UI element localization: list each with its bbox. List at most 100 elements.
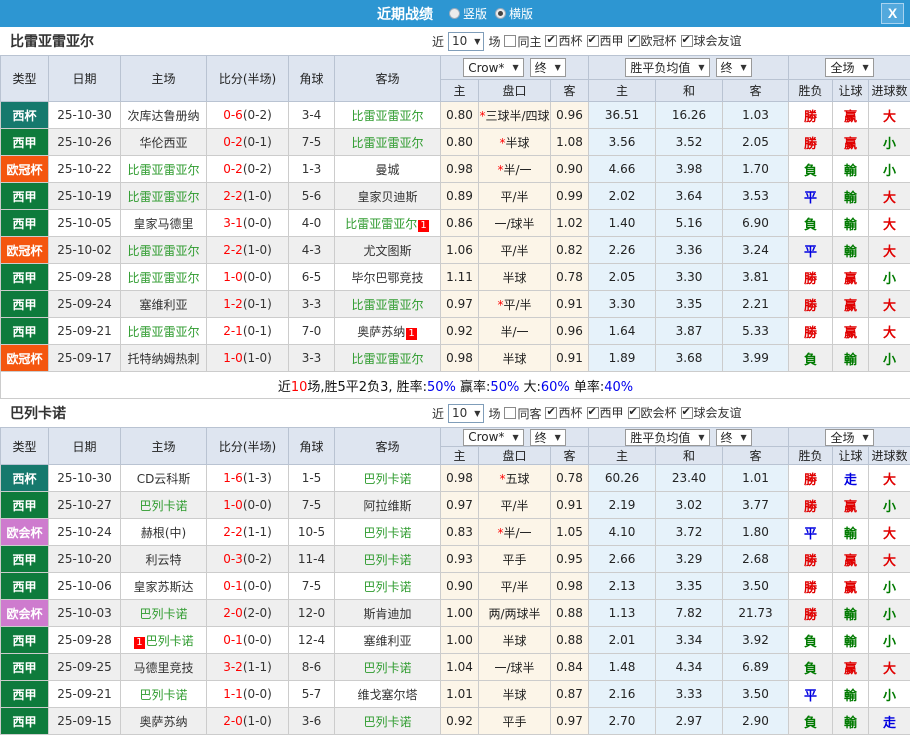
handicap-result-cell: 輸 (832, 209, 870, 237)
handicap-cell: 一/球半 (478, 209, 551, 237)
star-marker: * (499, 135, 506, 150)
corners-cell: 1-3 (288, 155, 335, 183)
match-date: 25-10-26 (48, 128, 121, 156)
red-card-badge: 1 (406, 327, 417, 340)
avg-draw-odds: 3.35 (655, 290, 723, 318)
handicap-result-cell: 赢 (832, 101, 870, 129)
avg-draw-odds: 23.40 (655, 464, 723, 492)
league-filter-checkbox[interactable] (586, 33, 599, 47)
away-team-cell: 毕尔巴鄂竞技 (334, 263, 441, 291)
near-label: 近 (432, 406, 445, 421)
handicap-cell: 平手 (478, 707, 551, 735)
same-venue-checkbox[interactable] (504, 407, 517, 419)
league-filter[interactable]: 欧冠杯 (624, 32, 677, 49)
league-filter[interactable]: 球会友谊 (677, 32, 742, 49)
league-badge: 欧会杯 (0, 599, 49, 627)
full-group-header: 全场 ▼ (788, 55, 910, 80)
match-count-select[interactable]: 10 ▼ (448, 403, 485, 423)
away-team-cell: 巴列卡诺 (334, 707, 441, 735)
summary-row: 近10场,胜5平2负3, 胜率:50% 赢率:50% 大:60% 单率:40% (0, 371, 910, 399)
result-cell: 負 (788, 344, 834, 372)
crow-away-odds: 0.96 (550, 101, 589, 129)
league-filter-checkbox[interactable] (627, 405, 640, 419)
odds-company-select[interactable]: Crow* ▼ (463, 428, 524, 446)
league-badge: 西甲 (0, 491, 49, 519)
league-filter[interactable]: 西甲 (583, 32, 624, 49)
team-name: 塞维利亚 (139, 297, 188, 312)
league-filter-checkbox[interactable] (545, 405, 558, 419)
league-filter-checkbox[interactable] (680, 33, 693, 47)
handicap-result-cell: 赢 (832, 545, 870, 573)
league-filter-checkbox[interactable] (627, 33, 640, 47)
handicap-result-cell: 輸 (832, 626, 870, 654)
avg-away-odds: 2.05 (721, 128, 790, 156)
handicap-cell: 平/半 (478, 236, 551, 264)
avg-home-odds: 2.26 (588, 236, 656, 264)
match-date: 25-10-05 (48, 209, 121, 237)
league-filter-group: 西杯 西甲 欧会杯 球会友谊 (541, 404, 742, 422)
team-name: 皇家苏斯达 (133, 579, 194, 594)
league-filter-checkbox[interactable] (680, 405, 693, 419)
same-venue-label: 同客 (517, 406, 542, 421)
team-name: CD云科斯 (136, 471, 191, 486)
league-badge: 西甲 (0, 209, 49, 237)
avg-group-header: 胜平负均值 ▼ 终 ▼ (587, 55, 790, 80)
odds-time-select[interactable]: 终 ▼ (529, 58, 566, 77)
league-filter[interactable]: 欧会杯 (624, 404, 677, 421)
col-header-result: 胜负 (788, 446, 834, 465)
away-team-cell: 斯肯迪加 (334, 599, 441, 627)
league-filter-checkbox[interactable] (586, 405, 599, 419)
league-filter[interactable]: 西杯 (541, 32, 583, 49)
odds-company-select[interactable]: Crow* ▼ (463, 58, 524, 77)
handicap-result-cell: 赢 (832, 317, 870, 345)
avg-home-odds: 2.13 (588, 572, 656, 600)
league-filter[interactable]: 西杯 (541, 404, 583, 421)
close-icon[interactable]: X (881, 3, 904, 24)
layout-option-horizontal[interactable]: 横版 (495, 5, 533, 22)
home-team-cell: 巴列卡诺 (120, 491, 207, 519)
radio-icon[interactable] (495, 8, 506, 19)
match-date: 25-10-27 (48, 491, 121, 519)
radio-icon[interactable] (448, 8, 460, 19)
goals-result-cell: 小 (868, 491, 910, 519)
league-filter-checkbox[interactable] (545, 33, 558, 47)
team-name: 巴列卡诺 (363, 660, 412, 675)
handicap-cell: 平手 (478, 545, 551, 573)
avg-draw-odds: 3.52 (655, 128, 723, 156)
avg-type-select[interactable]: 胜平负均值 ▼ (625, 428, 710, 446)
avg-time-select[interactable]: 终 ▼ (715, 58, 752, 77)
team-name: 比雷亚雷亚尔 (127, 324, 200, 339)
match-count-select[interactable]: 10 ▼ (448, 31, 485, 51)
full-match-select[interactable]: 全场 ▼ (825, 428, 874, 446)
corners-cell: 4-0 (288, 209, 335, 237)
league-filter[interactable]: 球会友谊 (677, 404, 742, 421)
radio-label-text: 横版 (509, 7, 534, 21)
crow-home-odds: 0.92 (440, 707, 479, 735)
league-filter[interactable]: 西甲 (583, 404, 624, 421)
red-card-badge: 1 (134, 636, 145, 649)
games-label: 场 (488, 34, 501, 49)
avg-home-odds: 2.16 (588, 680, 656, 708)
layout-option-vertical[interactable]: 竖版 (448, 5, 487, 22)
team-name: 皇家马德里 (133, 216, 194, 231)
result-cell: 勝 (788, 128, 834, 156)
col-header-home: 主场 (120, 55, 207, 102)
league-filter-label: 欧冠杯 (640, 34, 677, 49)
handicap-result-cell: 赢 (832, 653, 870, 681)
odds-time-select[interactable]: 终 ▼ (529, 428, 566, 446)
col-header-type: 类型 (0, 427, 49, 465)
full-match-select[interactable]: 全场 ▼ (825, 58, 874, 77)
avg-type-select[interactable]: 胜平负均值 ▼ (625, 58, 710, 77)
handicap-cell: 半球 (478, 344, 551, 372)
match-row: 欧冠杯 25-09-17 托特纳姆热刺 1-0(1-0) 3-3 比雷亚雷亚尔 0.98 半球… (0, 344, 910, 372)
away-team-cell: 阿拉维斯 (334, 491, 441, 519)
avg-home-odds: 36.51 (588, 101, 656, 129)
team-name: 比雷亚雷亚尔 (127, 162, 200, 177)
same-venue-checkbox[interactable] (504, 35, 517, 47)
crow-home-odds: 0.98 (440, 155, 479, 183)
match-row: 西甲 25-09-15 奥萨苏纳 2-0(1-0) 3-6 巴列卡诺 0.92 平手 0.97 2… (0, 707, 910, 735)
home-team-cell: 比雷亚雷亚尔 (120, 263, 207, 291)
avg-draw-odds: 3.36 (655, 236, 723, 264)
avg-draw-odds: 3.34 (655, 626, 723, 654)
avg-time-select[interactable]: 终 ▼ (715, 428, 752, 446)
